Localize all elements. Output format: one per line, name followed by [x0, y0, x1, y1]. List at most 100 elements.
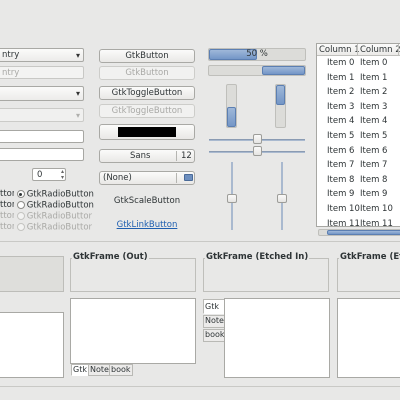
color-swatch: [118, 127, 176, 137]
notebook-page-right: [337, 298, 400, 378]
tree-rows: Item 0 Item 0 Item 1 Item 1 Item 2 Item 2 Item…: [317, 56, 400, 226]
vertical-progress-bar: [226, 84, 237, 128]
chevron-down-icon: ▾: [75, 111, 80, 120]
frame-etched-in: [203, 258, 329, 292]
progress-fill: [227, 107, 236, 127]
link-button[interactable]: GtkLinkButton: [99, 220, 195, 230]
combo-entry[interactable]: ntry ▾: [0, 48, 84, 62]
frame-etched-out-label: GtkFrame (Etc: [339, 252, 400, 262]
frame-etched-out: [337, 258, 400, 292]
tree-cell: Item 4: [327, 116, 355, 127]
table-row[interactable]: Item 4 Item 4: [317, 114, 400, 129]
text-entry[interactable]: [0, 130, 84, 143]
radio-row[interactable]: ttor GtkRadioButton: [0, 200, 94, 211]
text-entry-2[interactable]: [0, 148, 84, 161]
scale-button[interactable]: GtkScaleButton: [99, 196, 195, 206]
column-separator: [398, 44, 399, 55]
vscale-slider[interactable]: [227, 194, 237, 203]
progress-fill: [261, 66, 305, 75]
column-header-2[interactable]: Column 2: [360, 45, 400, 55]
tree-header: Column 1 Column 2 C: [317, 44, 400, 56]
table-row[interactable]: Item 7 Item 7: [317, 158, 400, 173]
gtk-button[interactable]: GtkButton: [99, 49, 195, 63]
tree-cell: Item 6: [360, 145, 388, 156]
font-size: 12: [181, 151, 192, 161]
radio-group: ttor GtkRadioButton ttor GtkRadioButton …: [0, 189, 94, 233]
combo-entry-text: ntry: [2, 50, 20, 60]
tree-cell: Item 9: [360, 189, 388, 200]
combo-box[interactable]: ▾: [0, 86, 84, 101]
table-row[interactable]: Item 10 Item 10: [317, 202, 400, 217]
table-row[interactable]: Item 11 Item 11: [317, 217, 400, 226]
tab-note[interactable]: Note: [88, 364, 111, 376]
radio-label-left: ttor: [0, 222, 14, 232]
hscale-slider[interactable]: [253, 134, 262, 144]
tree-cell: Item 10: [360, 203, 393, 214]
tree-view[interactable]: Column 1 Column 2 C Item 0Item 0Item 1It…: [316, 43, 400, 227]
color-button[interactable]: [99, 124, 195, 140]
file-chooser-button[interactable]: (None): [99, 171, 195, 185]
table-row[interactable]: Item 0 Item 0: [317, 56, 400, 71]
tab-book[interactable]: book: [109, 364, 133, 376]
vscale-slider-2[interactable]: [277, 194, 287, 203]
progress-fill: [276, 85, 285, 105]
vertical-progress-bar-2: [275, 84, 286, 128]
spin-button[interactable]: 0 ▴ ▾: [32, 168, 66, 181]
scrollbar-thumb[interactable]: [327, 230, 400, 235]
column-separator: [357, 44, 358, 55]
table-row[interactable]: Item 6 Item 6: [317, 144, 400, 159]
tree-cell: Item 7: [360, 160, 388, 171]
table-row[interactable]: Item 3 Item 3: [317, 100, 400, 115]
tree-cell: Item 2: [327, 87, 355, 98]
file-chooser-label: (None): [103, 173, 132, 183]
bottom-separator: [0, 386, 400, 387]
radio-indicator: [16, 212, 25, 220]
table-row[interactable]: Item 8 Item 8: [317, 173, 400, 188]
radio-label: GtkRadioButton: [26, 189, 94, 200]
frame-out: [70, 258, 196, 292]
radio-label: GtkRadioButtor: [26, 211, 93, 222]
tree-hscrollbar[interactable]: [318, 229, 400, 236]
tab-book[interactable]: book: [203, 329, 225, 342]
gtk-button-disabled: GtkButton: [99, 66, 195, 80]
tree-cell: Item 5: [360, 130, 388, 141]
table-row[interactable]: Item 5 Item 5: [317, 129, 400, 144]
chevron-down-icon[interactable]: ▾: [76, 89, 80, 98]
tree-cell: Item 8: [327, 174, 355, 185]
radio-row-disabled: ttor GtkRadioButtor: [0, 222, 94, 233]
radio-row[interactable]: ttor GtkRadioButton: [0, 189, 94, 200]
toggle-button-disabled: GtkToggleButton: [99, 104, 195, 118]
frame-etched-in-label: GtkFrame (Etched In): [205, 252, 310, 262]
tree-cell: Item 0: [327, 58, 355, 68]
tree-cell: Item 3: [327, 101, 355, 112]
tree-cell: Item 1: [360, 72, 388, 83]
radio-indicator[interactable]: [16, 190, 25, 198]
font-button[interactable]: Sans 12: [99, 149, 195, 163]
radio-indicator[interactable]: [16, 201, 25, 209]
notebook-left-tabs: [224, 298, 330, 378]
column-header-1[interactable]: Column 1: [319, 45, 360, 55]
hscale-slider-2[interactable]: [253, 146, 262, 156]
frame-in: [0, 256, 64, 292]
tab-gtk[interactable]: Gtk: [71, 364, 89, 376]
radio-label: GtkRadioButton: [26, 200, 94, 211]
tab-gtk[interactable]: Gtk: [203, 299, 225, 314]
tree-cell: Item 9: [327, 189, 355, 200]
table-row[interactable]: Item 1 Item 1: [317, 71, 400, 86]
chevron-down-icon[interactable]: ▾: [76, 51, 80, 60]
tree-cell: Item 0: [360, 58, 388, 68]
progress-text: 50 %: [246, 49, 268, 59]
radio-label-left: ttor: [0, 211, 14, 221]
combo-entry-disabled-text: ntry: [2, 68, 20, 78]
font-separator: [176, 151, 177, 161]
toggle-button[interactable]: GtkToggleButton: [99, 86, 195, 100]
file-separator: [176, 173, 177, 183]
progress-bar-2: [208, 65, 306, 76]
table-row[interactable]: Item 9 Item 9: [317, 187, 400, 202]
radio-label: GtkRadioButtor: [26, 222, 93, 233]
chevron-down-icon[interactable]: ▾: [61, 174, 64, 181]
tree-cell: Item 7: [327, 160, 355, 171]
tab-note[interactable]: Note: [203, 315, 225, 328]
table-row[interactable]: Item 2 Item 2: [317, 85, 400, 100]
tree-cell: Item 5: [327, 130, 355, 141]
